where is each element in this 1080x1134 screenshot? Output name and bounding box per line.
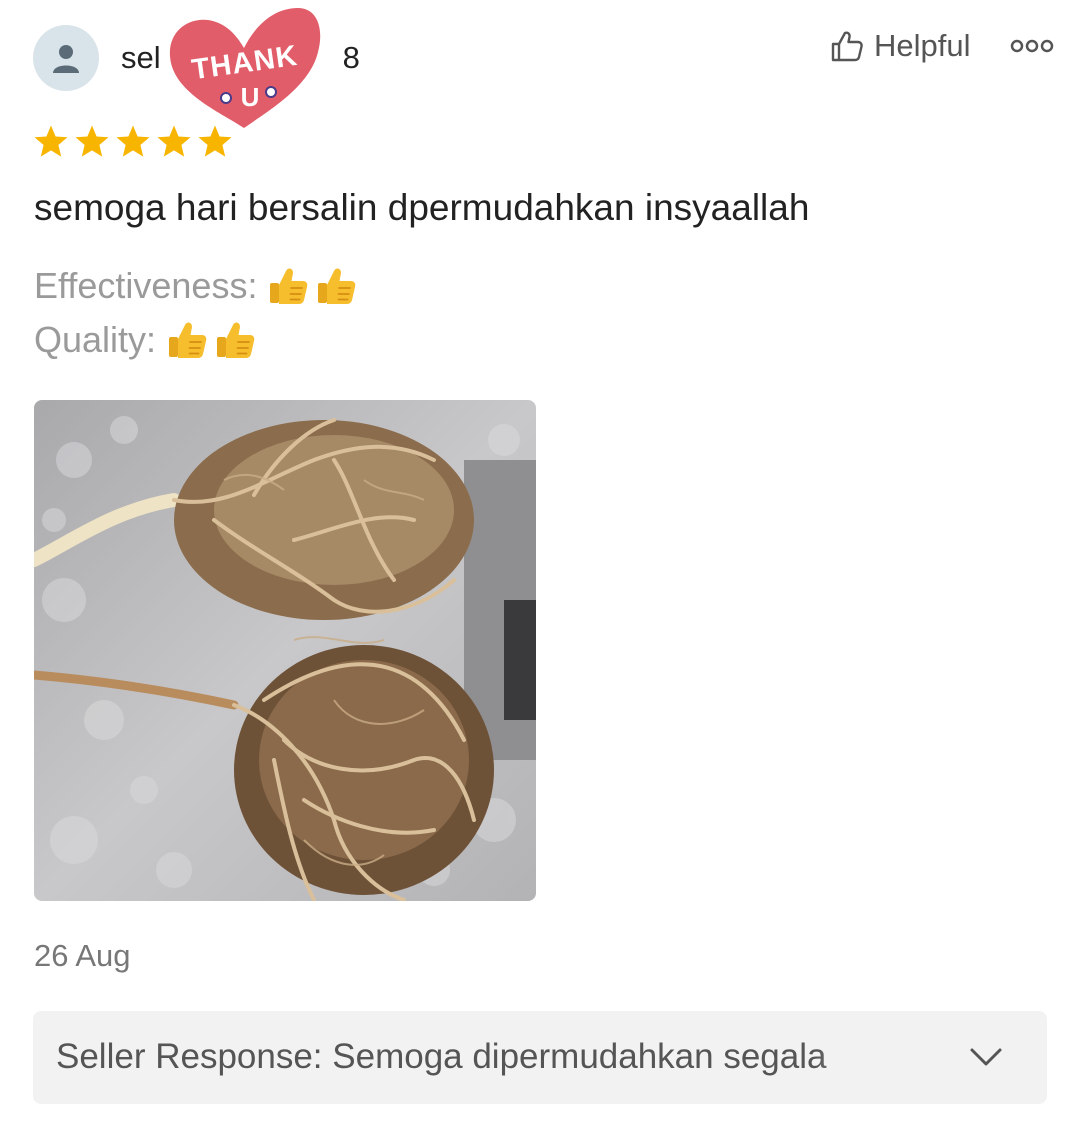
username-start: sel	[121, 40, 161, 75]
helpful-label: Helpful	[874, 28, 971, 63]
star-icon	[116, 125, 150, 157]
seller-response[interactable]: Seller Response: Semoga dipermudahkan se…	[33, 1011, 1047, 1104]
review-date: 26 Aug	[34, 938, 131, 973]
svg-text:U: U	[241, 82, 260, 112]
star-icon	[198, 125, 232, 157]
star-icon	[34, 125, 68, 157]
thumbs-up-outline-icon	[831, 31, 863, 62]
thumbs-up-emoji-icon	[318, 268, 356, 304]
thank-u-sticker: THANK U	[169, 8, 321, 128]
more-dots-icon[interactable]	[1010, 36, 1054, 56]
chevron-down-icon[interactable]	[968, 1043, 1004, 1071]
quality-label: Quality:	[34, 319, 157, 360]
person-icon	[53, 45, 79, 73]
thumbs-up-emoji-icon	[217, 322, 255, 358]
avatar[interactable]	[33, 25, 99, 91]
thumbs-up-emoji-icon	[270, 268, 308, 304]
star-icon	[75, 125, 109, 157]
seller-response-text: Seller Response: Semoga dipermudahkan se…	[56, 1037, 827, 1076]
review-card: sel 8 THANK U Helpful semoga hari bersali…	[0, 0, 1080, 1134]
review-text: semoga hari bersalin dpermudahkan insyaa…	[34, 187, 810, 228]
effectiveness-rating: Effectiveness:	[34, 264, 359, 308]
helpful-button[interactable]: Helpful	[830, 28, 971, 64]
effectiveness-label: Effectiveness:	[34, 265, 258, 306]
quality-rating: Quality:	[34, 318, 258, 362]
review-photo[interactable]	[34, 400, 536, 901]
username-end: 8	[342, 40, 360, 75]
rating-stars	[33, 124, 233, 160]
thumbs-up-emoji-icon	[169, 322, 207, 358]
star-icon	[157, 125, 191, 157]
